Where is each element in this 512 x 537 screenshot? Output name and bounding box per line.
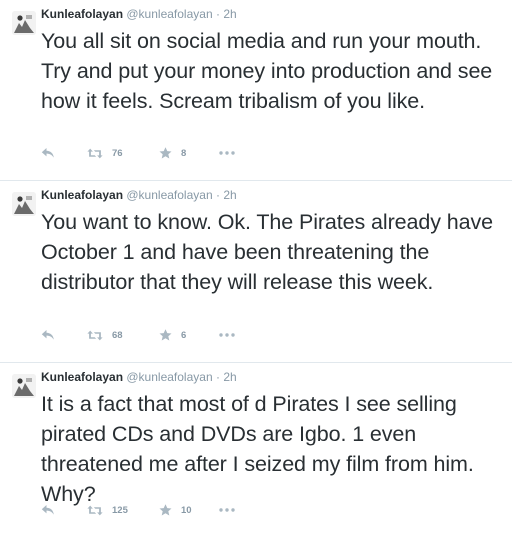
user-handle[interactable]: @kunleafolayan xyxy=(126,7,212,21)
user-handle[interactable]: @kunleafolayan xyxy=(126,188,212,202)
tweet-actions: 68 6 xyxy=(41,328,261,342)
retweet-count: 125 xyxy=(112,504,128,516)
tweet-header: Kunleafolayan @kunleafolayan · 2h xyxy=(41,6,237,22)
reply-button[interactable] xyxy=(41,503,55,517)
tweet-text: You all sit on social media and run your… xyxy=(41,29,493,113)
separator: · xyxy=(215,370,220,384)
avatar[interactable] xyxy=(12,192,36,216)
separator: · xyxy=(215,7,220,21)
reply-button[interactable] xyxy=(41,146,55,160)
reply-icon xyxy=(41,505,54,515)
tweet-text: It is a fact that most of d Pirates I se… xyxy=(41,392,474,506)
display-name[interactable]: Kunleafolayan xyxy=(41,188,123,202)
tweet-actions: 76 8 xyxy=(41,146,261,160)
tweet: Kunleafolayan @kunleafolayan · 2h It is … xyxy=(0,362,512,537)
star-icon xyxy=(159,504,172,516)
retweet-count: 68 xyxy=(112,329,123,341)
avatar[interactable] xyxy=(12,374,36,398)
reply-icon xyxy=(41,330,54,340)
tweet: Kunleafolayan @kunleafolayan · 2h You al… xyxy=(0,0,512,180)
tweet: Kunleafolayan @kunleafolayan · 2h You wa… xyxy=(0,180,512,362)
star-icon xyxy=(159,329,172,341)
more-options-icon xyxy=(219,333,235,337)
retweet-icon xyxy=(87,505,103,515)
favorite-button[interactable]: 6 xyxy=(159,328,186,342)
more-options-button[interactable] xyxy=(219,503,235,517)
reply-button[interactable] xyxy=(41,328,55,342)
retweet-count: 76 xyxy=(112,147,123,159)
more-options-button[interactable] xyxy=(219,146,235,160)
tweet-actions: 125 10 xyxy=(41,503,261,517)
tweet-header: Kunleafolayan @kunleafolayan · 2h xyxy=(41,187,237,203)
user-handle[interactable]: @kunleafolayan xyxy=(126,370,212,384)
more-options-icon xyxy=(219,508,235,512)
retweet-icon xyxy=(87,148,103,158)
separator: · xyxy=(215,188,220,202)
retweet-icon xyxy=(87,330,103,340)
display-name[interactable]: Kunleafolayan xyxy=(41,7,123,21)
timestamp[interactable]: 2h xyxy=(223,7,236,21)
retweet-button[interactable]: 68 xyxy=(87,328,123,342)
tweet-text: You want to know. Ok. The Pirates alread… xyxy=(41,210,493,294)
favorite-count: 10 xyxy=(181,504,192,516)
favorite-count: 8 xyxy=(181,147,187,159)
more-options-button[interactable] xyxy=(219,328,235,342)
retweet-button[interactable]: 76 xyxy=(87,146,123,160)
timestamp[interactable]: 2h xyxy=(223,188,236,202)
favorite-button[interactable]: 10 xyxy=(159,503,192,517)
timestamp[interactable]: 2h xyxy=(223,370,236,384)
favorite-count: 6 xyxy=(181,329,187,341)
favorite-button[interactable]: 8 xyxy=(159,146,186,160)
reply-icon xyxy=(41,148,54,158)
more-options-icon xyxy=(219,151,235,155)
tweet-header: Kunleafolayan @kunleafolayan · 2h xyxy=(41,369,237,385)
avatar[interactable] xyxy=(12,11,36,35)
retweet-button[interactable]: 125 xyxy=(87,503,128,517)
star-icon xyxy=(159,147,172,159)
display-name[interactable]: Kunleafolayan xyxy=(41,370,123,384)
